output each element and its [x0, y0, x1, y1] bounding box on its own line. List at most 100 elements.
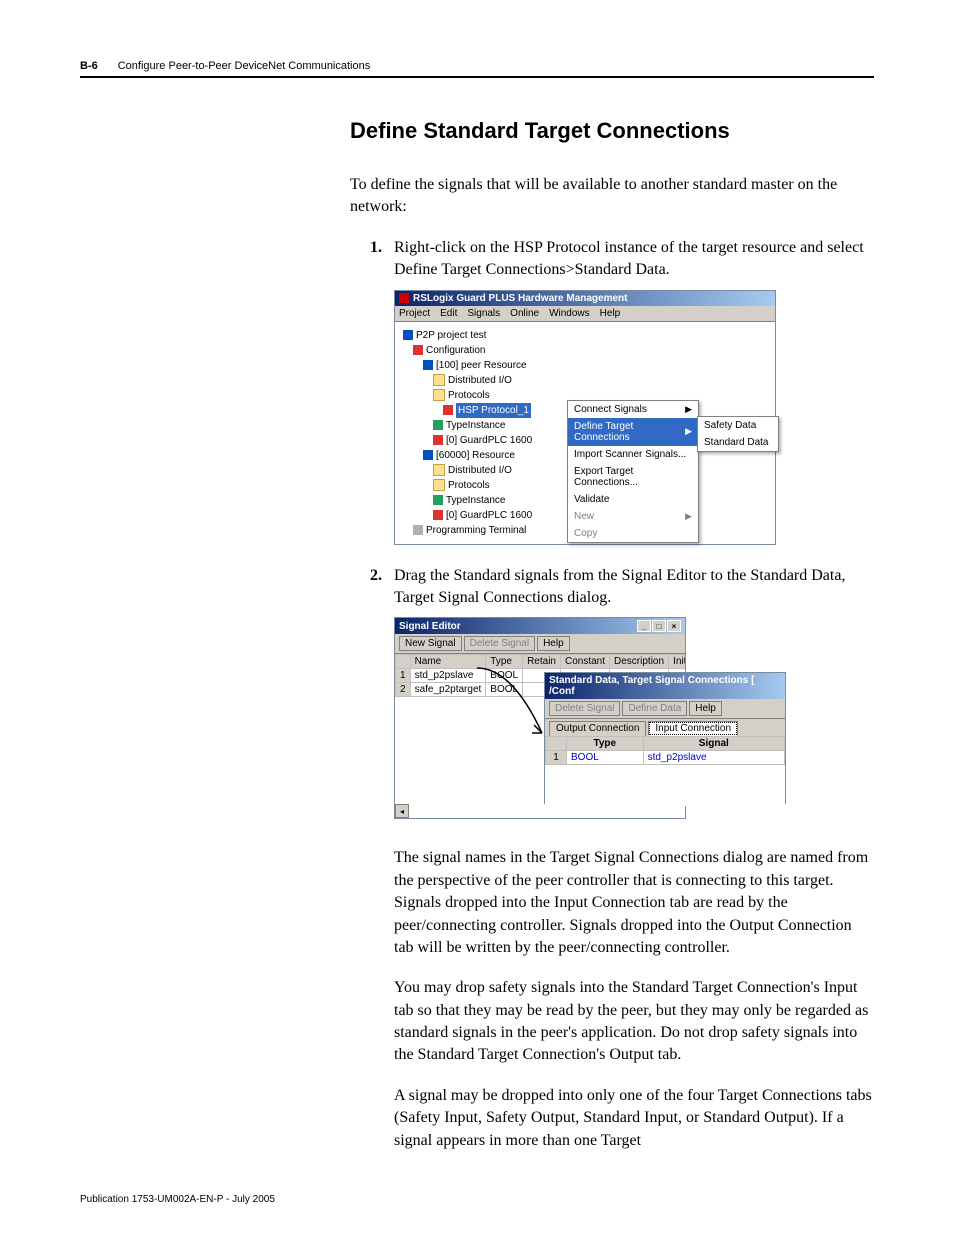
menu-signals[interactable]: Signals	[467, 308, 500, 319]
col-signal[interactable]: Signal	[643, 737, 784, 751]
ctx-validate[interactable]: Validate	[568, 491, 698, 508]
type-icon	[433, 420, 443, 430]
resource-icon	[423, 450, 433, 460]
plc-icon	[433, 510, 443, 520]
hsp-icon	[443, 405, 453, 415]
signal-editor-title: Signal Editor	[399, 621, 461, 632]
new-signal-button[interactable]: New Signal	[399, 636, 462, 651]
tree-root[interactable]: P2P project test	[416, 328, 486, 343]
menu-project[interactable]: Project	[399, 308, 430, 319]
col-constant[interactable]: Constant	[560, 655, 609, 669]
help-button-2[interactable]: Help	[689, 701, 722, 716]
menu-edit[interactable]: Edit	[440, 308, 457, 319]
window-titlebar: RSLogix Guard PLUS Hardware Management	[395, 291, 775, 306]
type-icon	[433, 495, 443, 505]
folder-icon	[433, 464, 445, 476]
project-icon	[403, 330, 413, 340]
ctx-define-target-connections[interactable]: Define Target Connections▶	[568, 418, 698, 446]
step-2-number: 2.	[370, 565, 394, 610]
cell-type[interactable]: BOOL	[486, 669, 523, 683]
delete-signal-button: Delete Signal	[464, 636, 535, 651]
window-title: RSLogix Guard PLUS Hardware Management	[413, 293, 628, 304]
folder-icon	[433, 389, 445, 401]
sub-safety-data[interactable]: Safety Data	[698, 417, 778, 434]
plc-icon	[433, 435, 443, 445]
chapter-title: Configure Peer-to-Peer DeviceNet Communi…	[118, 60, 371, 72]
folder-icon	[433, 479, 445, 491]
tree-protocols-2[interactable]: Protocols	[448, 478, 490, 493]
config-icon	[413, 345, 423, 355]
scroll-left-icon[interactable]: ◂	[395, 804, 409, 818]
tree-protocols[interactable]: Protocols	[448, 388, 490, 403]
help-button[interactable]: Help	[537, 636, 570, 651]
target-connections-titlebar: Standard Data, Target Signal Connections…	[545, 673, 785, 699]
col-init[interactable]: Init.\	[669, 655, 685, 669]
tree-programming-terminal[interactable]: Programming Terminal	[426, 523, 526, 538]
col-type-2[interactable]: Type	[567, 737, 644, 751]
chevron-right-icon: ▶	[685, 404, 692, 415]
delete-signal-button-2: Delete Signal	[549, 701, 620, 716]
terminal-icon	[413, 525, 423, 535]
ctx-import-scanner[interactable]: Import Scanner Signals...	[568, 446, 698, 463]
menu-help[interactable]: Help	[600, 308, 621, 319]
intro-paragraph: To define the signals that will be avail…	[350, 174, 874, 219]
ctx-export-target[interactable]: Export Target Connections...	[568, 463, 698, 491]
paragraph-1: The signal names in the Target Signal Co…	[394, 847, 874, 959]
minimize-icon[interactable]: _	[637, 620, 651, 632]
menu-bar: Project Edit Signals Online Windows Help	[395, 306, 775, 322]
col-type[interactable]: Type	[486, 655, 523, 669]
tree-guardplc-0[interactable]: [0] GuardPLC 1600	[446, 433, 532, 448]
resource-icon	[423, 360, 433, 370]
menu-windows[interactable]: Windows	[549, 308, 590, 319]
tree-guardplc-0-2[interactable]: [0] GuardPLC 1600	[446, 508, 532, 523]
section-heading: Define Standard Target Connections	[350, 118, 874, 144]
define-data-button: Define Data	[622, 701, 687, 716]
page-header: B-6 Configure Peer-to-Peer DeviceNet Com…	[80, 60, 874, 78]
signal-editor-titlebar: Signal Editor _ □ ×	[395, 618, 685, 634]
target-connections-toolbar: Delete Signal Define Data Help	[545, 699, 785, 719]
step-1-text: Right-click on the HSP Protocol instance…	[394, 237, 874, 282]
folder-icon	[433, 374, 445, 386]
context-menu: Connect Signals▶ Define Target Connectio…	[567, 400, 699, 543]
project-tree[interactable]: P2P project test Configuration [100] pee…	[395, 322, 567, 544]
target-grid[interactable]: Type Signal 1 BOOL std_p2pslave	[545, 736, 785, 806]
chevron-right-icon: ▶	[685, 511, 692, 522]
target-connections-window: Standard Data, Target Signal Connections…	[544, 672, 786, 804]
col-description[interactable]: Description	[610, 655, 669, 669]
maximize-icon[interactable]: □	[652, 620, 666, 632]
sub-standard-data[interactable]: Standard Data	[698, 434, 778, 451]
chevron-right-icon: ▶	[685, 426, 692, 437]
tab-output-connection[interactable]: Output Connection	[549, 721, 646, 736]
menu-online[interactable]: Online	[510, 308, 539, 319]
ctx-new: New▶	[568, 508, 698, 525]
table-row[interactable]: 1 BOOL std_p2pslave	[546, 751, 785, 765]
tree-configuration[interactable]: Configuration	[426, 343, 485, 358]
tree-peer-resource[interactable]: [100] peer Resource	[436, 358, 527, 373]
col-name[interactable]: Name	[410, 655, 486, 669]
screenshot-hardware-management: RSLogix Guard PLUS Hardware Management P…	[394, 290, 776, 545]
tree-type-instance-2[interactable]: TypeInstance	[446, 493, 505, 508]
paragraph-3: A signal may be dropped into only one of…	[394, 1085, 874, 1152]
connection-tabs: Output Connection Input Connection	[545, 719, 785, 736]
cell-signal[interactable]: std_p2pslave	[643, 751, 784, 765]
tree-hsp-protocol[interactable]: HSP Protocol_1	[456, 403, 531, 418]
tab-input-connection[interactable]: Input Connection	[648, 721, 738, 736]
close-icon[interactable]: ×	[667, 620, 681, 632]
col-retain[interactable]: Retain	[523, 655, 561, 669]
ctx-connect-signals[interactable]: Connect Signals▶	[568, 401, 698, 418]
tree-distributed-io-2[interactable]: Distributed I/O	[448, 463, 512, 478]
target-connections-title: Standard Data, Target Signal Connections…	[549, 675, 781, 697]
cell-type-2[interactable]: BOOL	[567, 751, 644, 765]
tree-resource-60000[interactable]: [60000] Resource	[436, 448, 515, 463]
step-2-text: Drag the Standard signals from the Signa…	[394, 565, 874, 610]
cell-type[interactable]: BOOL	[486, 683, 523, 697]
screenshot-signal-editor: Signal Editor _ □ × New Signal Delete Si…	[394, 617, 794, 827]
paragraph-2: You may drop safety signals into the Sta…	[394, 977, 874, 1067]
tree-type-instance[interactable]: TypeInstance	[446, 418, 505, 433]
step-1: 1. Right-click on the HSP Protocol insta…	[370, 237, 874, 282]
cell-name[interactable]: safe_p2ptarget	[410, 683, 486, 697]
step-2: 2. Drag the Standard signals from the Si…	[370, 565, 874, 610]
publication-footer: Publication 1753-UM002A-EN-P - July 2005	[80, 1194, 275, 1205]
tree-distributed-io[interactable]: Distributed I/O	[448, 373, 512, 388]
cell-name[interactable]: std_p2pslave	[410, 669, 486, 683]
